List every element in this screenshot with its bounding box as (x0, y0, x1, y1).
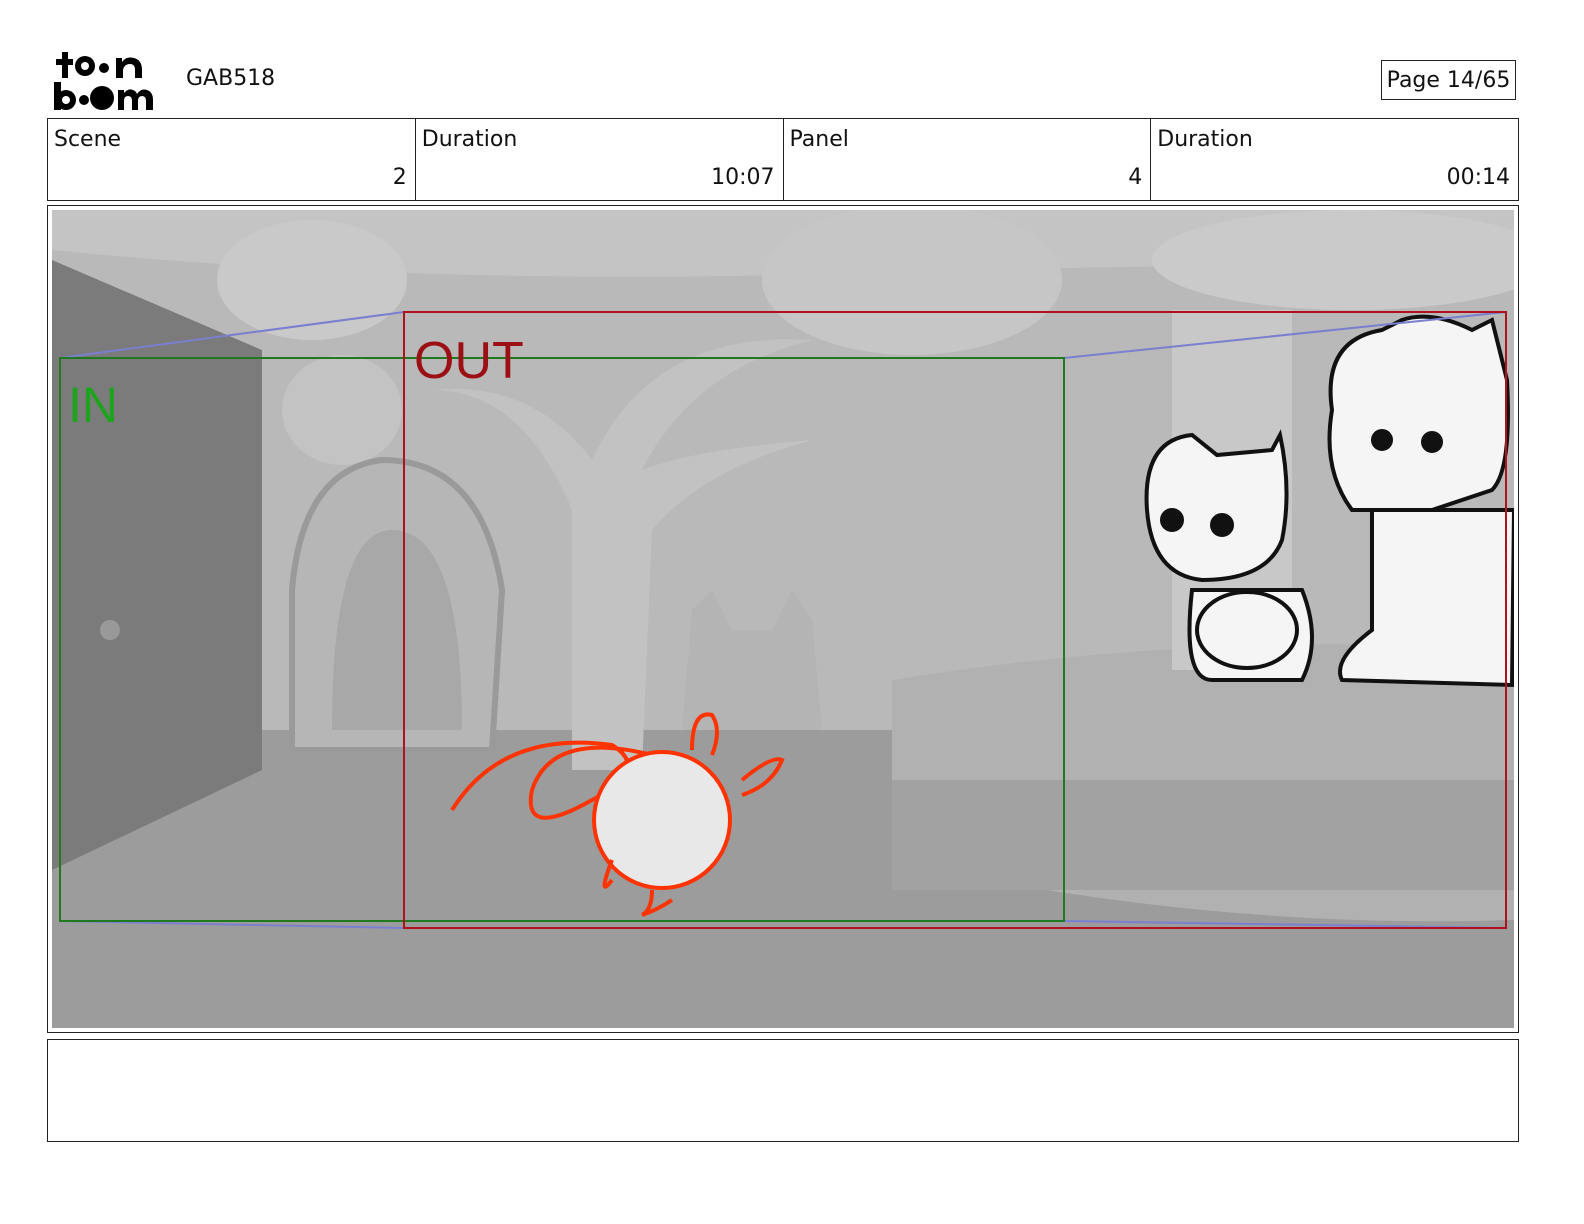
red-body (592, 750, 732, 890)
panel-drawing: IN OUT (52, 210, 1514, 1028)
panel-cell: Panel 4 (784, 119, 1152, 200)
lamp-ball-left (217, 220, 407, 340)
door (52, 260, 262, 870)
scene-value: 2 (392, 165, 407, 190)
girl-head (1327, 314, 1510, 512)
scene-label: Scene (54, 127, 122, 152)
project-code: GAB518 (186, 66, 276, 91)
page-number: Page 14/65 (1381, 60, 1516, 100)
small-cat (1195, 590, 1299, 670)
in-label: IN (68, 377, 118, 433)
out-label: OUT (414, 332, 524, 390)
scene-duration-value: 10:07 (711, 165, 775, 190)
info-table: Scene 2 Duration 10:07 Panel 4 Duration … (47, 118, 1519, 201)
toonboom-logo (52, 50, 164, 112)
scene-duration-label: Duration (421, 127, 518, 152)
logo-graphic (54, 52, 153, 110)
panel-notes-box (47, 1039, 1519, 1142)
panel-label: Panel (789, 127, 849, 152)
panel-duration-cell: Duration 00:14 (1151, 119, 1518, 200)
scene-cell: Scene 2 (48, 119, 416, 200)
panel-duration-label: Duration (1157, 127, 1253, 152)
big-cat (1144, 429, 1289, 583)
panel-duration-value: 00:14 (1446, 165, 1510, 190)
lamp-ball-lower (282, 355, 402, 465)
bench-books (892, 780, 1514, 890)
scene-duration-cell: Duration 10:07 (416, 119, 784, 200)
lamp-ball-center (762, 210, 1062, 355)
panel-value: 4 (1128, 165, 1143, 190)
door-knob (100, 620, 120, 640)
storyboard-panel: IN OUT (47, 205, 1519, 1033)
